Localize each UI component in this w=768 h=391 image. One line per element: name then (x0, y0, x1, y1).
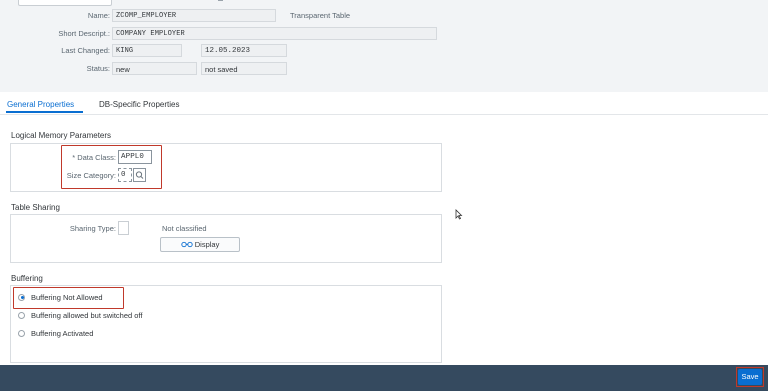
radio-buffering-activated[interactable]: Buffering Activated (18, 328, 93, 340)
radio-label: Buffering Activated (31, 329, 94, 338)
name-label: Name: (87, 11, 110, 20)
toolbar-field-stub[interactable] (18, 0, 112, 6)
last-changed-label: Last Changed: (61, 46, 110, 55)
short-description-field[interactable]: COMPANY EMPLOYER (112, 27, 437, 40)
sharing-classification-text: Not classified (162, 224, 207, 233)
status-label: Status: (86, 64, 110, 73)
toolbar-chevron-icon[interactable] (218, 0, 223, 1)
table-type-text: Transparent Table (290, 11, 351, 20)
display-button[interactable]: Display (160, 237, 240, 252)
radio-label: Buffering allowed but switched off (31, 311, 143, 320)
radio-unselected-icon[interactable] (18, 329, 25, 337)
last-changed-date-field: 12.05.2023 (201, 44, 287, 57)
highlight-box-buffering (13, 287, 124, 309)
status-field: new (112, 62, 197, 75)
sharing-type-input[interactable] (118, 221, 129, 235)
mouse-cursor-icon (455, 209, 463, 220)
display-button-label: Display (194, 240, 220, 249)
active-tab-indicator (6, 111, 83, 113)
buffering-title: Buffering (11, 274, 43, 283)
table-sharing-title: Table Sharing (11, 203, 60, 212)
last-changed-user-field: KING (112, 44, 182, 57)
radio-buffering-switched-off[interactable]: Buffering allowed but switched off (18, 310, 142, 322)
footer-toolbar: Save (0, 365, 768, 391)
logical-memory-title: Logical Memory Parameters (11, 131, 112, 140)
radio-unselected-icon[interactable] (18, 311, 25, 319)
name-field: ZCOMP_EMPLOYER (112, 9, 276, 22)
tab-db-specific-properties[interactable]: DB-Specific Properties (99, 100, 179, 109)
tab-bar: General Properties DB-Specific Propertie… (0, 92, 768, 115)
tab-general-properties[interactable]: General Properties (7, 100, 74, 109)
object-header: Name: ZCOMP_EMPLOYER Transparent Table S… (0, 0, 768, 92)
short-description-label: Short Descript.: (58, 29, 110, 38)
highlight-box-save (736, 367, 764, 387)
highlight-box-data-class (61, 145, 162, 189)
glasses-icon (181, 241, 193, 248)
sharing-type-label: Sharing Type: (69, 224, 116, 233)
save-status-field: not saved (201, 62, 287, 75)
